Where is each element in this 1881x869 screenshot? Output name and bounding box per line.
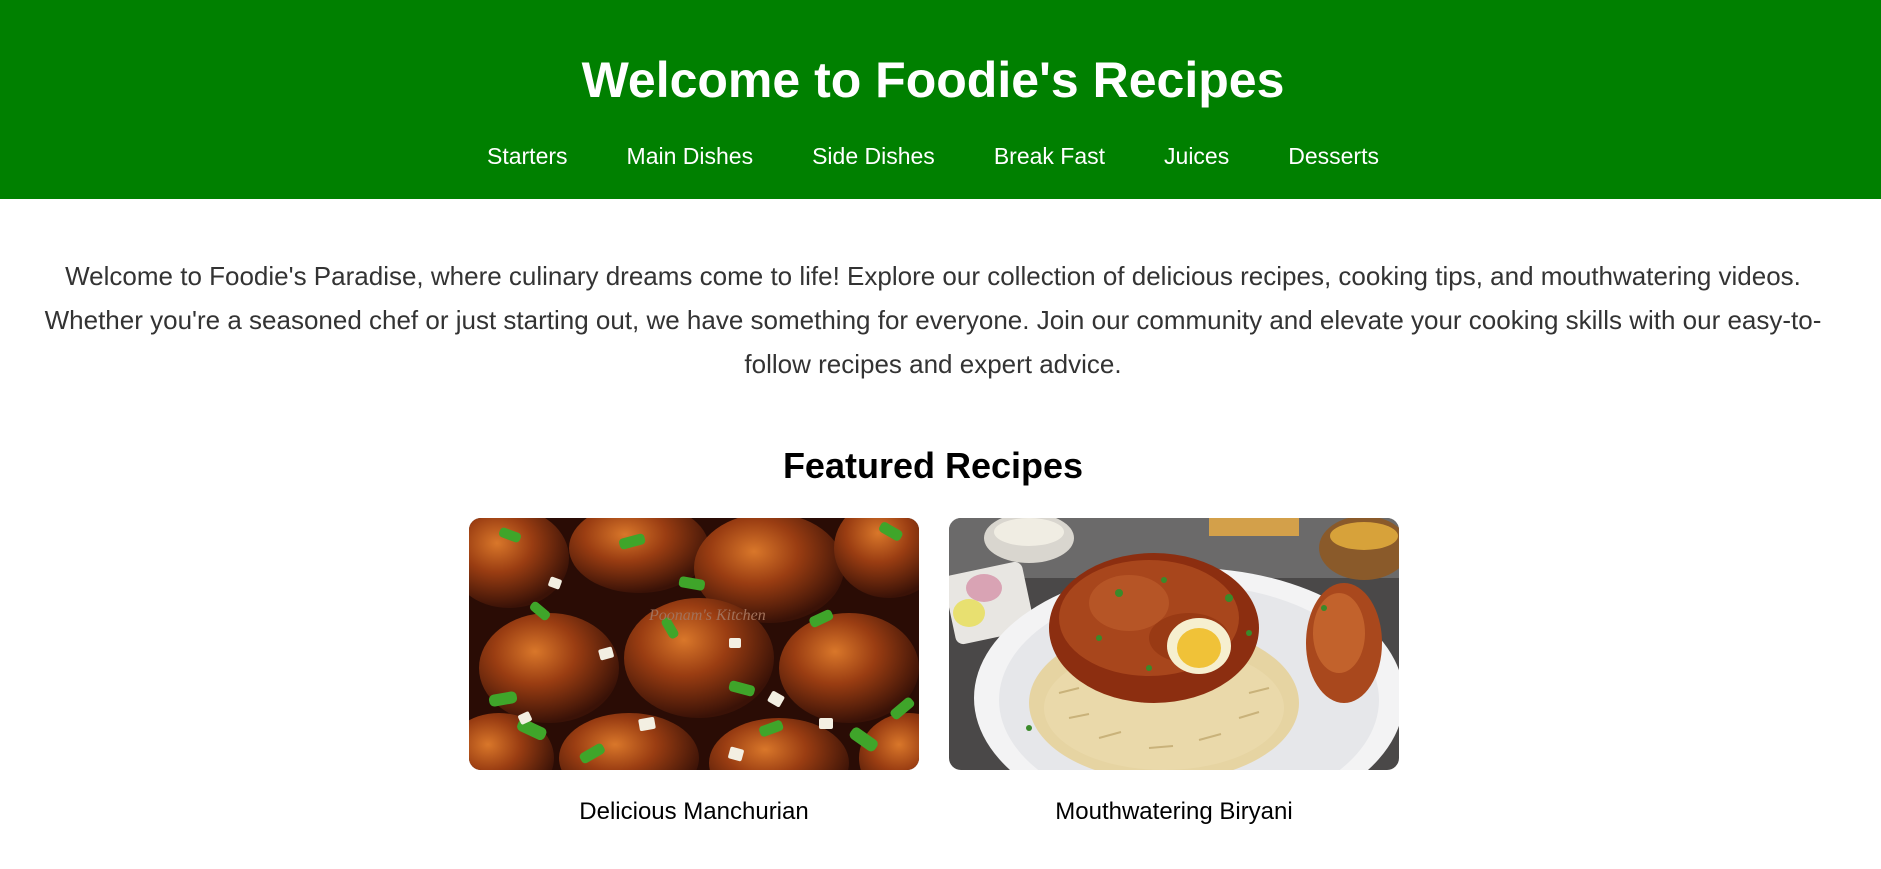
nav-item-side-dishes[interactable]: Side Dishes <box>812 140 935 172</box>
recipe-caption-biryani: Mouthwatering Biryani <box>1055 798 1293 825</box>
recipe-caption-manchurian: Delicious Manchurian <box>579 798 809 825</box>
featured-recipes-heading: Featured Recipes <box>782 445 1084 486</box>
intro-text: Welcome to Foodie's Paradise, where culi… <box>44 261 1822 379</box>
nav-item-juices[interactable]: Juices <box>1164 140 1229 172</box>
nav-item-main-dishes[interactable]: Main Dishes <box>627 140 754 172</box>
nav-item-break-fast[interactable]: Break Fast <box>994 140 1105 172</box>
site-header: Welcome to Foodie's Recipes Starters Mai… <box>0 0 1881 199</box>
biryani-image[interactable] <box>949 518 1399 770</box>
image-watermark: Poonam's Kitchen <box>648 607 766 624</box>
nav-item-starters[interactable]: Starters <box>487 140 568 172</box>
nav-item-desserts[interactable]: Desserts <box>1288 140 1379 172</box>
main-nav: Starters Main Dishes Side Dishes Break F… <box>0 140 1866 172</box>
site-title: Welcome to Foodie's Recipes <box>581 52 1285 108</box>
manchurian-image[interactable]: Poonam's Kitchen <box>469 518 919 770</box>
recipe-card-biryani[interactable]: Mouthwatering Biryani <box>949 518 1399 828</box>
recipe-card-manchurian[interactable]: Poonam's Kitchen Delicious Manchurian <box>469 518 919 828</box>
